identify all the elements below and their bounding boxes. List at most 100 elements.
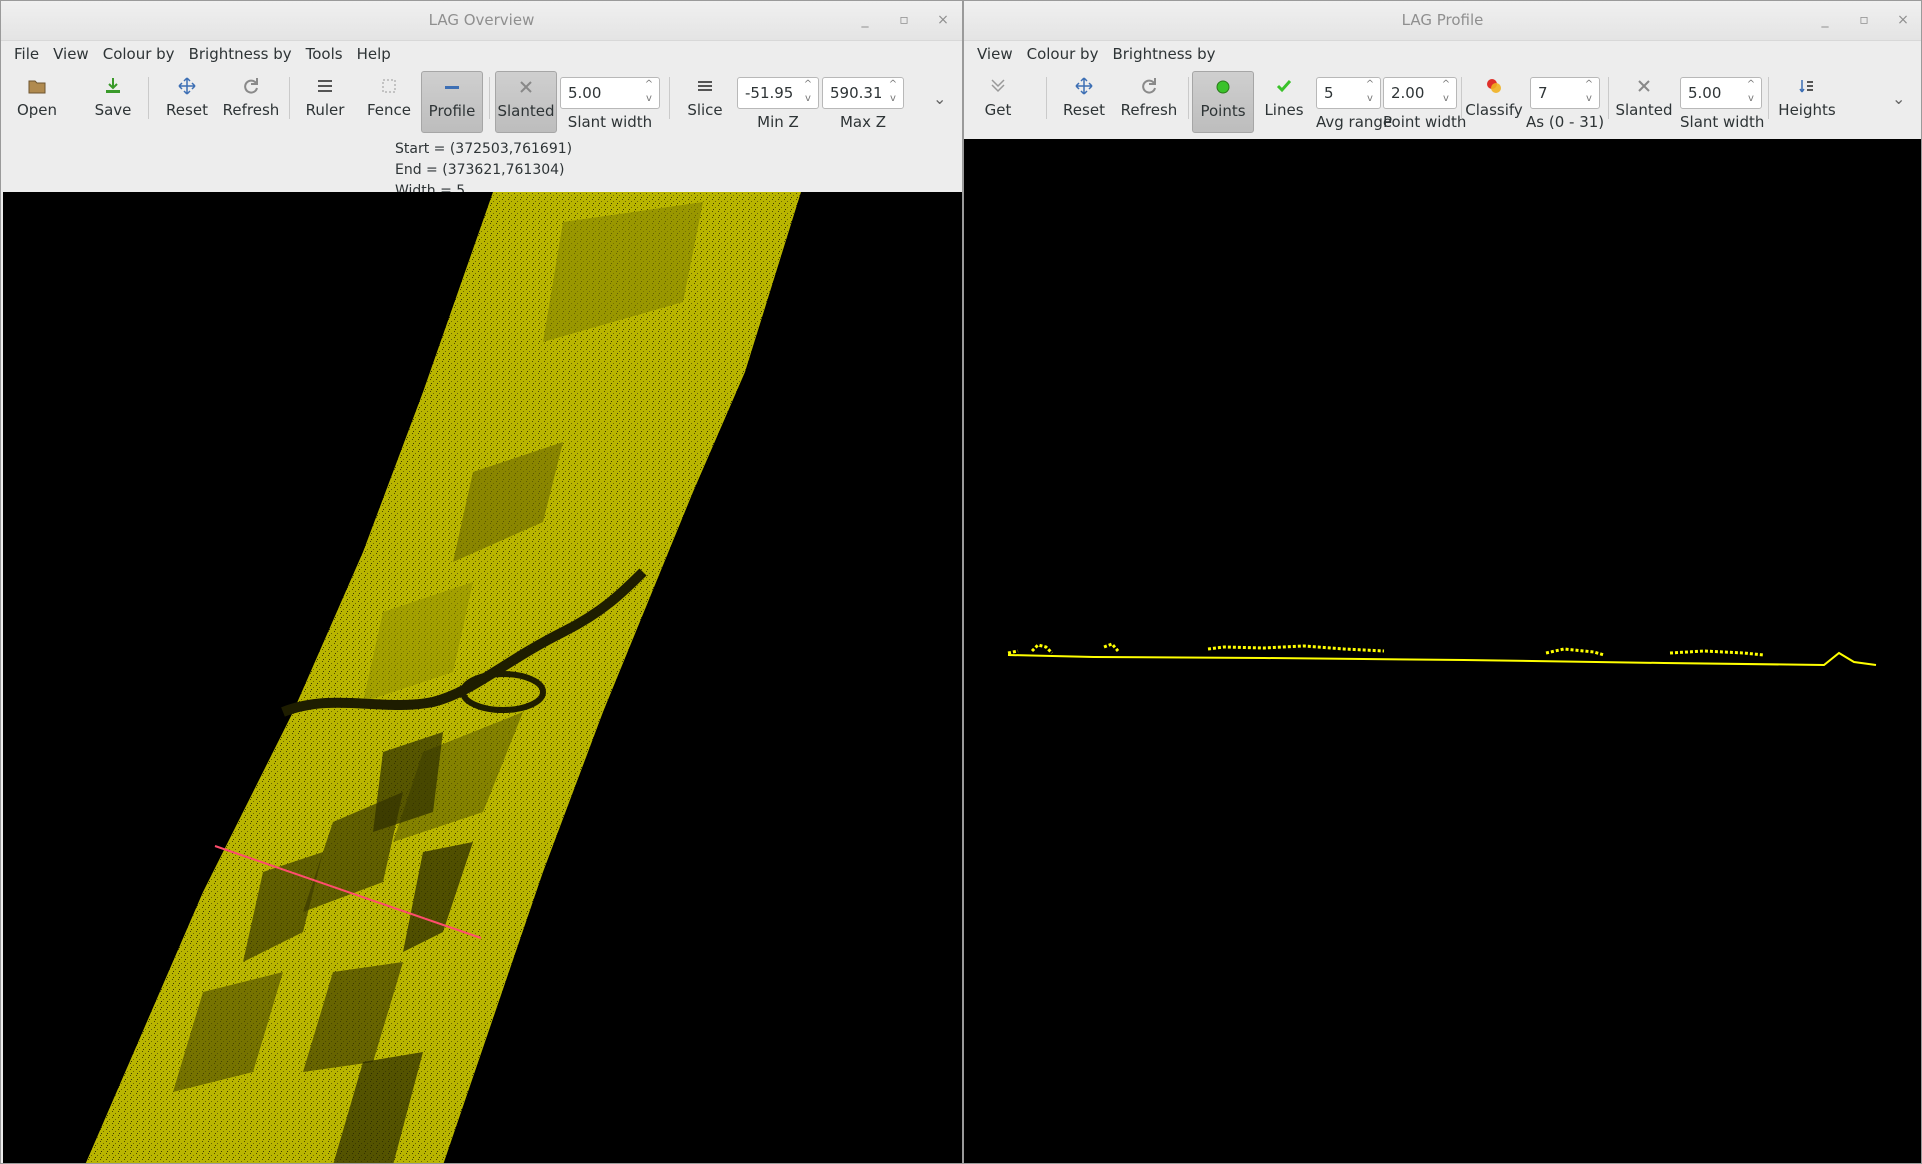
classify-label: Classify — [1465, 101, 1523, 119]
spinner-arrows-icon[interactable]: ^ v — [885, 78, 901, 108]
reset-button[interactable]: Reset — [159, 71, 215, 133]
checkmark-icon — [1258, 71, 1310, 101]
profile-window: LAG Profile _ ▫ × View Colour by Brightn… — [963, 0, 1922, 1164]
spinner-arrows-icon[interactable]: ^ v — [1743, 78, 1759, 108]
open-button[interactable]: Open — [11, 71, 63, 133]
lines-toggle[interactable]: Lines — [1258, 71, 1310, 133]
maximize-button[interactable]: ▫ — [1853, 9, 1875, 31]
max-z-spinner[interactable]: ^v — [822, 77, 904, 109]
min-z-label: Min Z — [757, 113, 799, 131]
menu-tools[interactable]: Tools — [299, 45, 350, 63]
menu-file[interactable]: File — [7, 45, 46, 63]
ruler-button[interactable]: Ruler — [299, 71, 351, 133]
heights-button[interactable]: Heights — [1774, 71, 1840, 133]
vegetation-points — [1007, 642, 1765, 657]
slice-label: Slice — [687, 101, 723, 119]
profile-end-text: End = (373621,761304) — [395, 162, 565, 178]
menu-brightness-by[interactable]: Brightness by — [1105, 45, 1222, 63]
class-as-label: As (0 - 31) — [1526, 113, 1605, 131]
overview-toolbar: Open Save Reset Refresh Ruler Fence Prof… — [1, 67, 962, 137]
max-z-label: Max Z — [839, 113, 887, 131]
menu-colour-by[interactable]: Colour by — [1020, 45, 1106, 63]
toolbar-overflow-chevron-icon[interactable]: ⌄ — [1892, 89, 1905, 108]
slanted-toggle[interactable]: Slanted — [1612, 71, 1676, 133]
spinner-arrows-icon[interactable]: ^ v — [641, 78, 657, 108]
refresh-button[interactable]: Refresh — [221, 71, 281, 133]
move-icon — [159, 71, 215, 101]
profile-toolbar: Get Reset Refresh Points Lines ^v Avg ra… — [964, 67, 1921, 137]
classify-button[interactable]: Classify — [1464, 71, 1524, 133]
profile-label: Profile — [428, 102, 476, 120]
profile-titlebar[interactable]: LAG Profile _ ▫ × — [964, 1, 1921, 41]
class-as-spinner[interactable]: ^v — [1530, 77, 1600, 109]
minimize-button[interactable]: _ — [854, 9, 876, 31]
toolbar-separator — [1768, 77, 1769, 119]
spinner-arrows-icon[interactable]: ^ v — [1581, 78, 1597, 108]
refresh-label: Refresh — [1120, 101, 1178, 119]
menu-help[interactable]: Help — [350, 45, 398, 63]
ruler-icon — [299, 71, 351, 101]
slant-width-label: Slant width — [567, 113, 653, 131]
slice-button[interactable]: Slice — [679, 71, 731, 133]
spinner-arrows-icon[interactable]: ^ v — [1362, 78, 1378, 108]
minimize-button[interactable]: _ — [1814, 9, 1836, 31]
slant-width-spinner[interactable]: ^v — [560, 77, 660, 109]
save-label: Save — [94, 101, 132, 119]
profile-toggle[interactable]: Profile — [421, 71, 483, 133]
refresh-icon — [1118, 71, 1180, 101]
slanted-toggle[interactable]: Slanted — [495, 71, 557, 133]
min-z-spinner[interactable]: ^v — [737, 77, 819, 109]
avg-range-spinner[interactable]: ^v — [1316, 77, 1381, 109]
overview-point-cloud-view[interactable] — [3, 192, 962, 1163]
menu-colour-by[interactable]: Colour by — [96, 45, 182, 63]
reset-button[interactable]: Reset — [1056, 71, 1112, 133]
slant-width-label: Slant width — [1680, 113, 1765, 131]
get-icon — [970, 71, 1026, 101]
profile-view[interactable] — [964, 139, 1921, 1163]
fence-icon — [361, 71, 417, 101]
toolbar-separator — [148, 77, 149, 119]
overview-titlebar[interactable]: LAG Overview _ ▫ × — [1, 1, 962, 41]
points-toggle[interactable]: Points — [1192, 71, 1254, 133]
profile-info-panel: Start = (372503,761691) End = (373621,76… — [1, 137, 962, 199]
cross-icon — [496, 72, 556, 102]
refresh-button[interactable]: Refresh — [1118, 71, 1180, 133]
overview-menubar: File View Colour by Brightness by Tools … — [1, 41, 962, 67]
menu-view[interactable]: View — [46, 45, 96, 63]
toolbar-overflow-chevron-icon[interactable]: ⌄ — [933, 89, 946, 108]
refresh-icon — [221, 71, 281, 101]
points-label: Points — [1200, 102, 1246, 120]
close-button[interactable]: × — [932, 9, 954, 31]
reset-label: Reset — [1063, 101, 1105, 119]
toolbar-separator — [669, 77, 670, 119]
ground-profile-line — [1007, 651, 1877, 667]
slant-width-spinner[interactable]: ^v — [1680, 77, 1762, 109]
toolbar-separator — [489, 77, 490, 119]
save-icon — [87, 71, 139, 101]
toolbar-separator — [1461, 77, 1462, 119]
profile-line-icon — [422, 72, 482, 102]
point-width-spinner[interactable]: ^v — [1383, 77, 1457, 109]
fence-button[interactable]: Fence — [361, 71, 417, 133]
lines-label: Lines — [1264, 101, 1304, 119]
profile-menubar: View Colour by Brightness by — [964, 41, 1921, 67]
save-button[interactable]: Save — [87, 71, 139, 133]
move-icon — [1056, 71, 1112, 101]
reset-label: Reset — [166, 101, 208, 119]
spinner-arrows-icon[interactable]: ^ v — [800, 78, 816, 108]
spinner-arrows-icon[interactable]: ^ v — [1438, 78, 1454, 108]
menu-view[interactable]: View — [970, 45, 1020, 63]
menu-brightness-by[interactable]: Brightness by — [182, 45, 299, 63]
toolbar-separator — [1188, 77, 1189, 119]
profile-window-title: LAG Profile — [1401, 11, 1484, 29]
heights-label: Heights — [1778, 101, 1836, 119]
maximize-button[interactable]: ▫ — [893, 9, 915, 31]
close-button[interactable]: × — [1892, 9, 1914, 31]
overview-window-title: LAG Overview — [428, 11, 535, 29]
ruler-label: Ruler — [305, 101, 345, 119]
slice-icon — [679, 71, 731, 101]
heights-icon — [1774, 71, 1840, 101]
green-dot-icon — [1193, 72, 1253, 102]
toolbar-separator — [289, 77, 290, 119]
get-button[interactable]: Get — [970, 71, 1026, 133]
